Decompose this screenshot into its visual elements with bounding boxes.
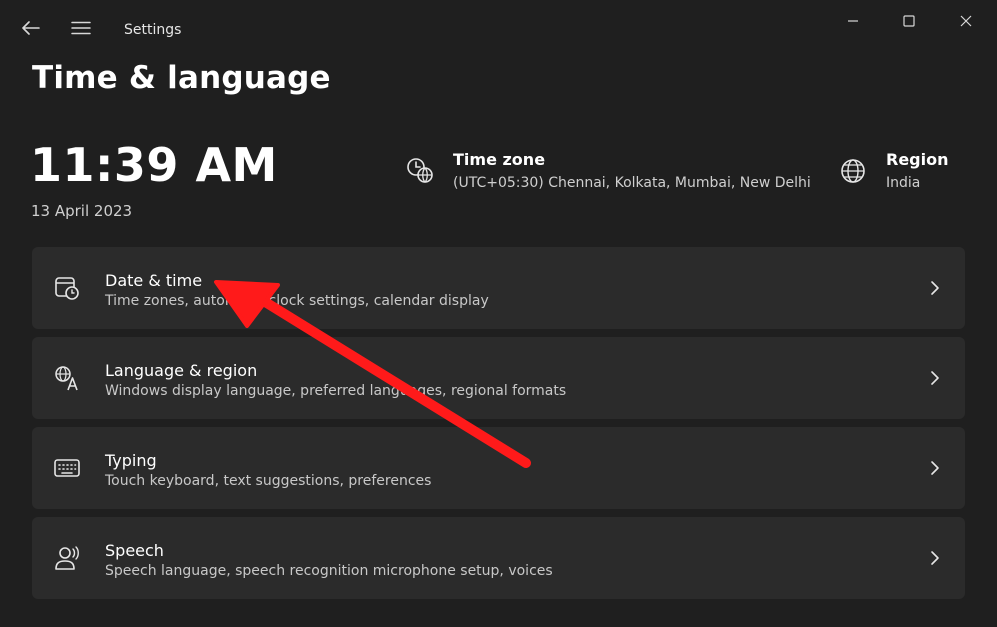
card-subtitle: Windows display language, preferred lang… [105, 383, 567, 399]
close-button[interactable] [943, 6, 989, 36]
maximize-button[interactable] [886, 6, 932, 36]
region-value: India [886, 175, 921, 191]
chevron-right-icon [931, 371, 939, 385]
page-title: Time & language [32, 60, 331, 96]
region-info: Region India [886, 150, 949, 191]
back-button[interactable] [17, 14, 45, 42]
card-subtitle: Time zones, automatic clock settings, ca… [105, 293, 489, 309]
timezone-icon [407, 158, 433, 183]
chevron-right-icon [931, 551, 939, 565]
timezone-info: Time zone (UTC+05:30) Chennai, Kolkata, … [453, 150, 811, 191]
speech-icon [55, 546, 79, 570]
hamburger-icon [71, 21, 91, 35]
timezone-value: (UTC+05:30) Chennai, Kolkata, Mumbai, Ne… [453, 175, 811, 191]
card-title: Date & time [105, 271, 203, 290]
card-subtitle: Touch keyboard, text suggestions, prefer… [105, 473, 432, 489]
globe-icon [841, 159, 865, 183]
timezone-label: Time zone [453, 150, 546, 169]
minimize-button[interactable] [830, 6, 876, 36]
card-title: Speech [105, 541, 164, 560]
card-title: Typing [105, 451, 157, 470]
maximize-icon [903, 15, 915, 27]
card-subtitle: Speech language, speech recognition micr… [105, 563, 553, 579]
card-language-region[interactable]: Language & region Windows display langua… [32, 337, 965, 419]
chevron-right-icon [931, 461, 939, 475]
region-label: Region [886, 150, 949, 169]
title-bar: Settings [0, 0, 997, 60]
minimize-icon [848, 20, 858, 22]
card-speech[interactable]: Speech Speech language, speech recogniti… [32, 517, 965, 599]
keyboard-icon [54, 459, 80, 477]
close-icon [960, 15, 972, 27]
card-date-time[interactable]: Date & time Time zones, automatic clock … [32, 247, 965, 329]
card-title: Language & region [105, 361, 258, 380]
menu-button[interactable] [67, 14, 95, 42]
current-time: 11:39 AM [30, 138, 278, 192]
calendar-clock-icon [55, 277, 79, 300]
app-title: Settings [124, 22, 182, 38]
language-icon [55, 366, 78, 391]
card-typing[interactable]: Typing Touch keyboard, text suggestions,… [32, 427, 965, 509]
chevron-right-icon [931, 281, 939, 295]
current-date: 13 April 2023 [31, 202, 133, 220]
back-arrow-icon [22, 21, 40, 35]
